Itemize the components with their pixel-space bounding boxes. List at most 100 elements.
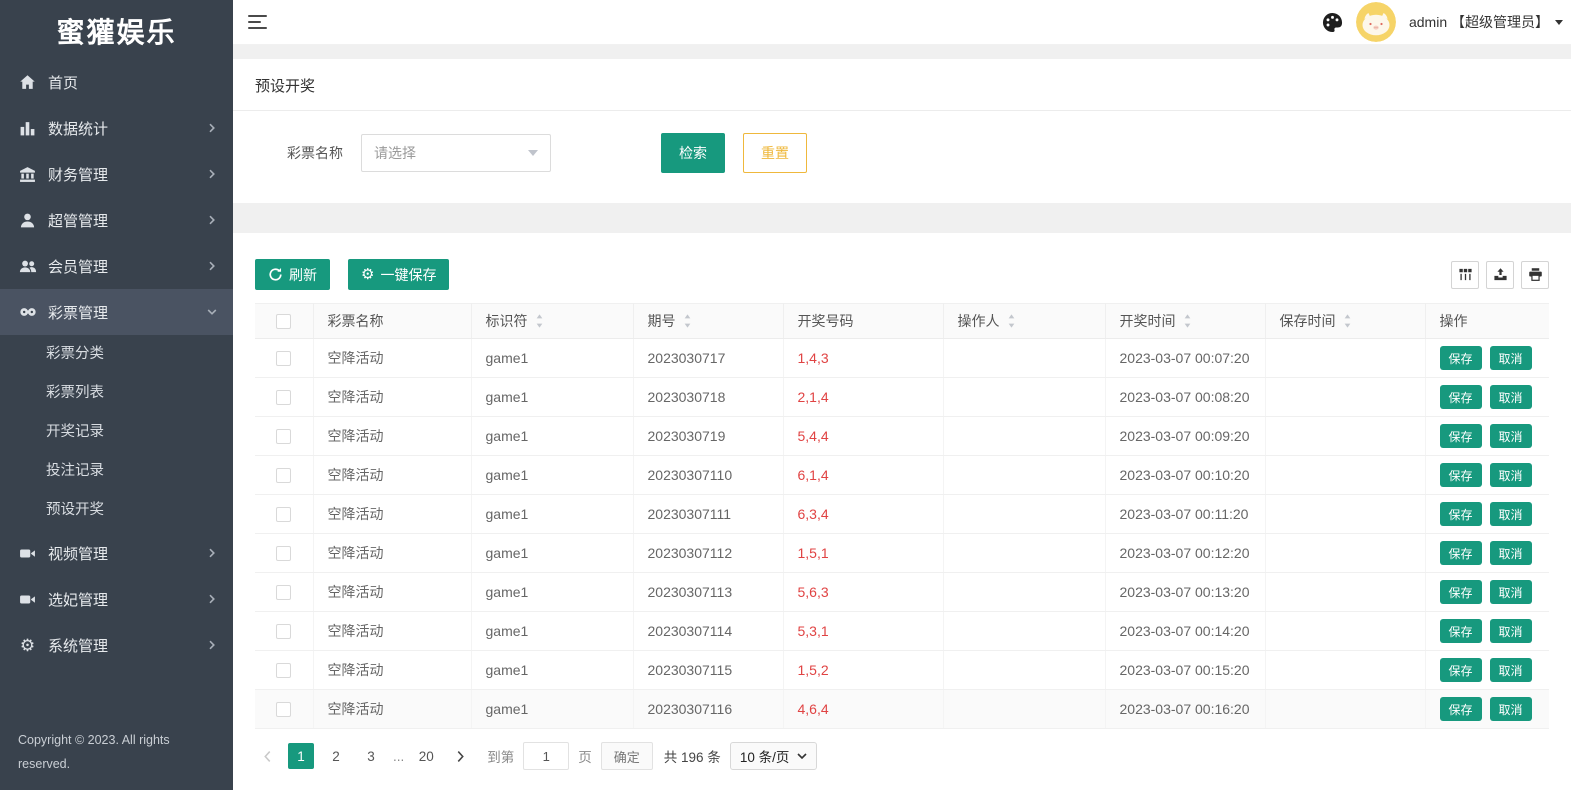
pagination-page-3[interactable]: 3: [358, 743, 384, 769]
sort-icon[interactable]: [683, 313, 692, 329]
goto-page-input[interactable]: [523, 742, 569, 770]
cell-lottery-name: 空降活动: [313, 378, 471, 417]
cancel-button[interactable]: 取消: [1490, 424, 1532, 448]
row-checkbox[interactable]: [276, 390, 291, 405]
sort-icon[interactable]: [535, 313, 544, 329]
row-checkbox[interactable]: [276, 585, 291, 600]
save-button[interactable]: 保存: [1440, 346, 1482, 370]
pagination-ellipsis: ...: [393, 749, 404, 764]
goto-confirm-button[interactable]: 确定: [601, 742, 653, 770]
cancel-button[interactable]: 取消: [1490, 697, 1532, 721]
row-checkbox[interactable]: [276, 468, 291, 483]
save-button[interactable]: 保存: [1440, 697, 1482, 721]
username-text: admin 【超级管理员】: [1409, 12, 1549, 32]
row-checkbox[interactable]: [276, 546, 291, 561]
cancel-button[interactable]: 取消: [1490, 580, 1532, 604]
cancel-button[interactable]: 取消: [1490, 619, 1532, 643]
page-title: 预设开奖: [255, 78, 315, 95]
print-button[interactable]: [1521, 261, 1549, 289]
cell-lottery-name: 空降活动: [313, 339, 471, 378]
row-checkbox[interactable]: [276, 507, 291, 522]
save-button[interactable]: 保存: [1440, 502, 1482, 526]
sidebar-item-concubine[interactable]: 选妃管理: [0, 576, 233, 622]
cancel-button[interactable]: 取消: [1490, 385, 1532, 409]
save-button[interactable]: 保存: [1440, 658, 1482, 682]
avatar[interactable]: [1356, 2, 1396, 42]
row-select-cell: [255, 690, 313, 729]
cell-save-time: [1265, 495, 1425, 534]
search-button[interactable]: 检索: [661, 133, 725, 173]
cell-save-time: [1265, 651, 1425, 690]
save-button[interactable]: 保存: [1440, 385, 1482, 409]
columns-button[interactable]: [1451, 261, 1479, 289]
sidebar-subitem-draw-records[interactable]: 开奖记录: [0, 413, 233, 452]
cell-operator: [943, 690, 1105, 729]
pagination-next-button[interactable]: [448, 743, 472, 769]
cancel-button[interactable]: 取消: [1490, 658, 1532, 682]
bank-icon: [18, 165, 37, 184]
save-button[interactable]: 保存: [1440, 463, 1482, 487]
sidebar-subitem-preset-draw[interactable]: 预设开奖: [0, 491, 233, 530]
row-checkbox[interactable]: [276, 429, 291, 444]
sort-icon[interactable]: [1183, 313, 1192, 329]
cancel-button[interactable]: 取消: [1490, 502, 1532, 526]
table-row: 空降活动game1202303071145,3,12023-03-07 00:1…: [255, 612, 1549, 651]
save-button[interactable]: 保存: [1440, 619, 1482, 643]
cell-draw-time: 2023-03-07 00:16:20: [1105, 690, 1265, 729]
cell-identifier: game1: [471, 456, 633, 495]
sort-icon[interactable]: [1007, 313, 1016, 329]
row-select-cell: [255, 573, 313, 612]
page-size-select[interactable]: 10 条/页: [730, 742, 818, 770]
theme-palette-icon[interactable]: [1322, 12, 1343, 33]
sidebar-item-statistics[interactable]: 数据统计: [0, 105, 233, 151]
pagination-page-1[interactable]: 1: [288, 743, 314, 769]
select-all-checkbox[interactable]: [276, 314, 291, 329]
cell-save-time: [1265, 573, 1425, 612]
table-row: 空降活动game1202303071164,6,42023-03-07 00:1…: [255, 690, 1549, 729]
user-menu[interactable]: admin 【超级管理员】: [1409, 12, 1563, 32]
export-button[interactable]: [1486, 261, 1514, 289]
sidebar-item-system[interactable]: ⚙系统管理: [0, 622, 233, 668]
col-actions: 操作: [1425, 304, 1549, 339]
chevron-right-icon: [207, 594, 217, 604]
sidebar-subitem-lottery-list[interactable]: 彩票列表: [0, 374, 233, 413]
pagination-page-2[interactable]: 2: [323, 743, 349, 769]
sidebar-subitem-bet-records[interactable]: 投注记录: [0, 452, 233, 491]
reset-button[interactable]: 重置: [743, 133, 807, 173]
cancel-button[interactable]: 取消: [1490, 463, 1532, 487]
preset-draw-table: 彩票名称标识符期号开奖号码操作人开奖时间保存时间操作 空降活动game12023…: [255, 303, 1549, 729]
sidebar-item-video[interactable]: 视频管理: [0, 530, 233, 576]
save-button[interactable]: 保存: [1440, 541, 1482, 565]
sidebar-item-lottery[interactable]: 彩票管理: [0, 289, 233, 335]
row-checkbox[interactable]: [276, 702, 291, 717]
sidebar-item-home[interactable]: 首页: [0, 59, 233, 105]
cancel-button[interactable]: 取消: [1490, 346, 1532, 370]
lottery-name-select[interactable]: 请选择: [361, 134, 551, 172]
row-checkbox[interactable]: [276, 351, 291, 366]
sidebar-item-label: 超管管理: [48, 210, 207, 231]
pagination-page-20[interactable]: 20: [413, 743, 439, 769]
sidebar-subitem-lottery-category[interactable]: 彩票分类: [0, 335, 233, 374]
chevron-right-icon: [207, 640, 217, 650]
refresh-button[interactable]: 刷新: [255, 259, 330, 290]
row-checkbox[interactable]: [276, 663, 291, 678]
cell-lottery-name: 空降活动: [313, 651, 471, 690]
cell-draw-numbers: 4,6,4: [783, 690, 943, 729]
pagination: 123...20 到第 页 确定 共 196 条 10 条/页: [255, 729, 1549, 784]
save-button[interactable]: 保存: [1440, 424, 1482, 448]
sort-icon[interactable]: [1343, 313, 1352, 329]
menu-toggle-icon[interactable]: [248, 15, 267, 29]
copyright-text: Copyright © 2023. All rights reserved.: [0, 728, 233, 790]
col-operator: 操作人: [943, 304, 1105, 339]
save-button[interactable]: 保存: [1440, 580, 1482, 604]
sidebar-item-super-admin[interactable]: 超管管理: [0, 197, 233, 243]
pagination-prev-button[interactable]: [255, 743, 279, 769]
cell-save-time: [1265, 612, 1425, 651]
cancel-button[interactable]: 取消: [1490, 541, 1532, 565]
save-all-button[interactable]: ⚙ 一键保存: [348, 259, 449, 290]
sidebar-item-finance[interactable]: 财务管理: [0, 151, 233, 197]
cell-issue: 2023030718: [633, 378, 783, 417]
sidebar-item-members[interactable]: 会员管理: [0, 243, 233, 289]
row-checkbox[interactable]: [276, 624, 291, 639]
cell-draw-numbers: 5,3,1: [783, 612, 943, 651]
